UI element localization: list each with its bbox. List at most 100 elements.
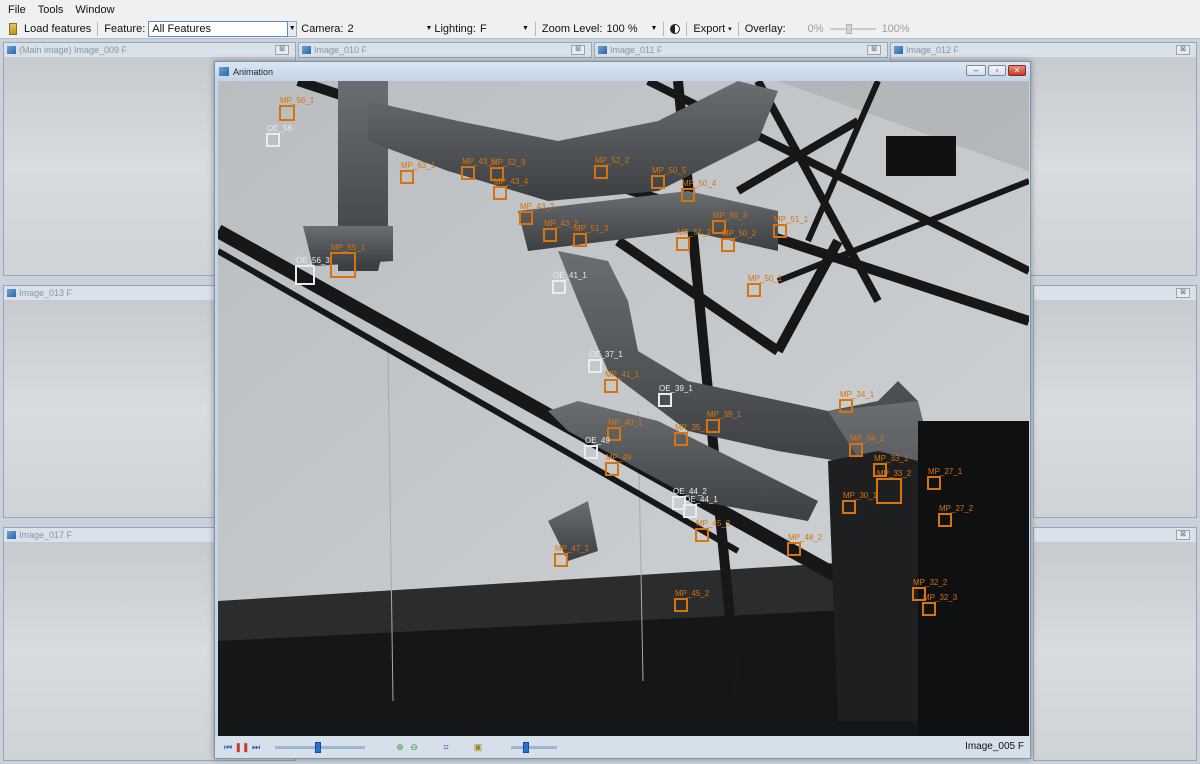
image-icon — [598, 46, 607, 54]
image-icon — [7, 289, 16, 297]
feature-marker-label: MP_32_3 — [923, 593, 958, 602]
skip-start-icon[interactable]: ⏮ — [223, 742, 233, 752]
wall-panel — [886, 136, 956, 176]
feature-marker-label: MP_40_1 — [608, 418, 643, 427]
close-button[interactable]: ✕ — [1008, 65, 1026, 76]
toolbar-separator — [534, 21, 536, 36]
feature-marker-label: MP_33_2 — [877, 469, 912, 478]
feature-marker-label: MP_50_1 — [748, 274, 783, 283]
animation-titlebar[interactable]: Animation – ▫ ✕ — [215, 62, 1030, 81]
feature-marker-label: MP_50_2 — [722, 229, 757, 238]
image-icon — [7, 46, 16, 54]
restore-pane-button[interactable]: ⊠ — [571, 45, 585, 55]
feature-marker-label: MP_52_3 — [491, 158, 526, 167]
seek-slider-thumb[interactable] — [315, 741, 322, 753]
lighting-label: Lighting: — [434, 22, 476, 35]
pause-icon[interactable]: ❚❚ — [234, 742, 249, 752]
speed-slider-thumb[interactable] — [523, 741, 529, 753]
feature-marker-label: MP_30_1 — [843, 491, 878, 500]
contrast-icon[interactable] — [670, 23, 681, 34]
animation-viewport[interactable]: MP_56_1 OE_56 MP_63_1 MP_43_5 MP_52_3 MP_43_4… — [218, 81, 1029, 736]
restore-pane-button[interactable]: ⊠ — [1176, 45, 1190, 55]
overlay-max-label: 100% — [881, 22, 910, 35]
toolbar-separator — [663, 21, 665, 36]
restore-pane-button[interactable]: ⊠ — [867, 45, 881, 55]
feature-marker-label: MP_51_3 — [574, 224, 609, 233]
skip-end-icon[interactable]: ⏭ — [251, 742, 261, 752]
toolbar: Load features Feature: All Features ▼ Ca… — [0, 19, 1200, 39]
frame-label: Image_005 F — [965, 741, 1024, 752]
feature-marker-label: MP_33_1 — [874, 454, 909, 463]
image-icon — [219, 67, 229, 76]
menu-window[interactable]: Window — [69, 4, 120, 16]
feature-marker-label: MP_50_3 — [713, 211, 748, 220]
feature-marker-label: MP_47_1 — [555, 544, 590, 553]
feature-marker-label: MP_50_5 — [652, 166, 687, 175]
feature-marker-label: MP_35_1 — [675, 423, 710, 432]
lighting-select[interactable]: Lighting: F ▼ — [434, 19, 529, 39]
image-icon — [7, 531, 16, 539]
feature-select[interactable]: All Features — [148, 20, 289, 37]
restore-pane-button[interactable]: ⊠ — [1176, 530, 1190, 540]
seek-slider[interactable] — [275, 741, 365, 753]
viewer-pane-right-2[interactable]: ⊠ — [1033, 285, 1197, 518]
feature-marker-label: MP_39_1 — [707, 410, 742, 419]
overlay-min-label: 0% — [807, 22, 824, 35]
minimize-button[interactable]: – — [966, 65, 986, 76]
overlay-label: Overlay: — [744, 22, 786, 35]
zoom-out-icon[interactable]: ⊖ — [409, 742, 419, 752]
maximize-button[interactable]: ▫ — [988, 65, 1006, 76]
feature-marker-label: MP_51_1 — [774, 215, 809, 224]
camera-label: Camera: — [301, 22, 344, 35]
feature-marker-label: MP_63_1 — [401, 161, 436, 170]
viewer-pane-011[interactable]: Image_011 F ⊠ — [594, 42, 888, 58]
toolbar-separator — [737, 21, 739, 36]
image-icon — [302, 46, 311, 54]
chevron-down-icon: ▼ — [425, 25, 433, 32]
chevron-down-icon: ▼ — [521, 25, 529, 32]
animation-window: Animation – ▫ ✕ MP_56_1 OE_56 MP_63_1 MP… — [214, 61, 1031, 759]
chevron-down-icon: ▾ — [728, 25, 732, 33]
feature-marker-label: MP_34_1 — [840, 390, 875, 399]
image-icon — [894, 46, 903, 54]
menu-tools[interactable]: Tools — [32, 4, 70, 16]
restore-pane-button[interactable]: ⊠ — [1176, 288, 1190, 298]
overlay-slider-thumb[interactable] — [845, 23, 852, 34]
feature-marker-label: OE_39_1 — [659, 384, 693, 393]
feature-marker-label: MP_43_4 — [494, 177, 529, 186]
overlay-slider[interactable] — [829, 23, 876, 34]
chevron-down-icon: ▼ — [650, 25, 658, 32]
feature-marker-label: MP_48_2 — [788, 533, 823, 542]
feature-marker-label: MP_55_1 — [331, 243, 366, 252]
feature-marker-label: OE_41_1 — [553, 271, 587, 280]
crop-icon[interactable]: ⌗ — [441, 742, 451, 752]
menu-file[interactable]: File — [2, 4, 32, 16]
load-features-button[interactable]: Load features — [0, 19, 91, 39]
feature-marker-label: MP_43_3 — [520, 202, 555, 211]
save-icon[interactable]: ▣ — [473, 742, 483, 752]
scene-render: MP_56_1OE_56MP_63_1 MP_43_5MP_52_3MP_43_4… — [218, 81, 1029, 736]
animation-controls: ⏮ ❚❚ ⏭ ⊕ ⊖ ⌗ ▣ Image_005 F — [215, 736, 1030, 758]
scene-thumb — [1034, 542, 1196, 760]
feature-marker-label: MP_45_2 — [675, 589, 710, 598]
viewer-pane-right-3[interactable]: ⊠ — [1033, 527, 1197, 761]
viewer-pane-010[interactable]: Image_010 F ⊠ — [298, 42, 592, 58]
feature-marker-label: MP_45_3 — [696, 519, 731, 528]
feature-marker-label: MP_56_1 — [280, 96, 315, 105]
zoom-select[interactable]: Zoom Level: 100 % ▼ — [542, 19, 657, 39]
feature-marker-label: MP_52_2 — [595, 156, 630, 165]
feature-marker-label: MP_27_1 — [928, 467, 963, 476]
zoom-in-icon[interactable]: ⊕ — [395, 742, 405, 752]
feature-marker-label: MP_51_2 — [677, 228, 712, 237]
feature-marker-label: MP_32_2 — [913, 578, 948, 587]
feature-marker-label: OE_49 — [585, 436, 610, 445]
load-features-icon — [9, 22, 17, 35]
feature-marker-label: OE_56 — [267, 124, 292, 133]
feature-marker-label: MP_49 — [606, 453, 632, 462]
restore-pane-button[interactable]: ⊠ — [275, 45, 289, 55]
camera-select[interactable]: Camera: 2 ▼ — [301, 19, 432, 39]
feature-dropdown-button[interactable]: ▼ — [288, 20, 298, 37]
export-menu-button[interactable]: Export ▾ — [693, 19, 731, 39]
speed-slider[interactable] — [511, 741, 557, 753]
feature-marker-label: OE_56_3 — [296, 256, 330, 265]
